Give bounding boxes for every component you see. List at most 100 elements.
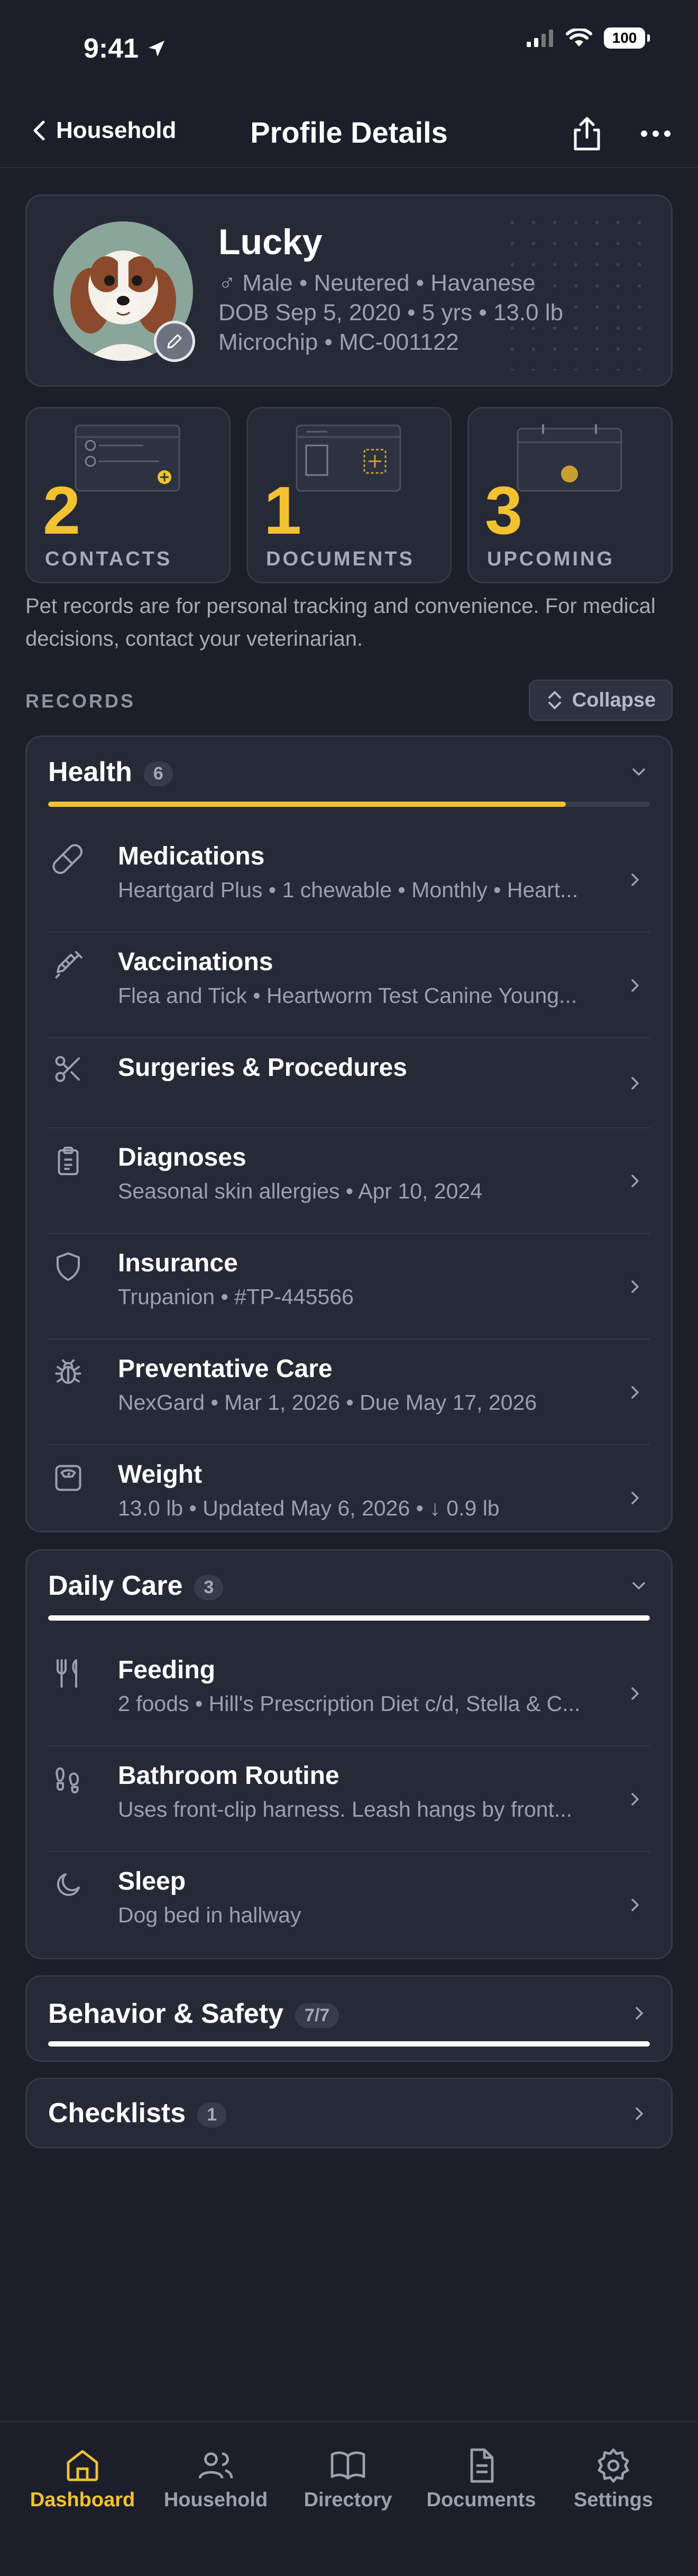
- list-item-bathroom-routine[interactable]: Bathroom Routine Uses front-clip harness.…: [48, 1746, 650, 1852]
- tab-directory[interactable]: Directory: [290, 2447, 406, 2512]
- documents-card-icon: [296, 424, 401, 492]
- health-count-badge: 6: [143, 761, 173, 786]
- tab-household-label: Household: [163, 2489, 268, 2511]
- clock-text: 9:41: [84, 33, 139, 64]
- list-item-title: Vaccinations: [118, 948, 273, 976]
- list-item-sleep[interactable]: Sleep Dog bed in hallway: [48, 1852, 650, 1958]
- daily-care-group: Daily Care 3 Feeding 2 foods • Hill's Pres…: [25, 1549, 673, 1959]
- users-icon: [198, 2452, 233, 2479]
- edit-avatar-button[interactable]: [154, 321, 195, 362]
- chevron-down-icon: [632, 768, 645, 776]
- list-item-title: Sleep: [118, 1867, 186, 1895]
- book-icon: [330, 2451, 365, 2480]
- chevron-right-icon: [631, 1793, 639, 1806]
- share-icon[interactable]: [571, 116, 603, 151]
- tab-documents[interactable]: Documents: [423, 2447, 539, 2512]
- collapse-button[interactable]: Collapse: [529, 680, 673, 721]
- pet-name: Lucky: [218, 222, 323, 262]
- chevron-right-icon: [631, 1280, 639, 1293]
- pencil-icon: [167, 334, 182, 349]
- health-group: Health 6 Medications Heartgard Plus • 1 ch…: [25, 736, 673, 1532]
- list-item-vaccinations[interactable]: Vaccinations Flea and Tick • Heartworm Te…: [48, 933, 650, 1038]
- chevron-right-icon: [631, 1077, 639, 1090]
- list-item-medications[interactable]: Medications Heartgard Plus • 1 chewable •…: [48, 827, 650, 933]
- daily-care-progress-bar: [48, 1615, 650, 1621]
- pet-microchip: Microchip • MC-001122: [218, 329, 459, 355]
- clipboard-icon: [58, 1147, 79, 1175]
- list-item-subtitle: NexGard • Mar 1, 2026 • Due May 17, 2026: [118, 1390, 537, 1415]
- cellular-signal-icon: [527, 30, 553, 47]
- shield-icon: [57, 1252, 80, 1281]
- checklists-title: Checklists: [48, 2098, 186, 2128]
- health-progress-fill: [48, 802, 566, 807]
- documents-stat-card[interactable]: 1 DOCUMENTS: [246, 407, 452, 583]
- collapse-label: Collapse: [572, 689, 656, 711]
- syringe-icon: [55, 951, 82, 979]
- health-group-header[interactable]: Health 6: [27, 737, 671, 811]
- behavior-count-badge: 7/7: [295, 2003, 339, 2028]
- tab-documents-label: Documents: [426, 2489, 536, 2511]
- chevron-right-icon: [631, 1175, 639, 1187]
- utensils-icon: [57, 1659, 77, 1688]
- tab-household[interactable]: Household: [158, 2447, 274, 2512]
- list-item-title: Insurance: [118, 1249, 238, 1277]
- scissors-icon: [55, 1056, 80, 1082]
- pill-icon: [52, 844, 82, 874]
- tab-dashboard-label: Dashboard: [30, 2489, 135, 2511]
- tab-settings[interactable]: Settings: [555, 2447, 672, 2512]
- nav-divider: [0, 167, 698, 168]
- gear-icon: [598, 2448, 629, 2483]
- behavior-progress-fill: [48, 2041, 650, 2047]
- chevron-right-icon: [631, 979, 639, 992]
- upcoming-stat-card[interactable]: 3 UPCOMING: [467, 407, 673, 583]
- tab-settings-label: Settings: [574, 2489, 653, 2511]
- list-item-feeding[interactable]: Feeding 2 foods • Hill's Prescription Die…: [48, 1641, 650, 1746]
- pet-details: ♂ Male • Neutered • Havanese: [218, 270, 536, 296]
- documents-count: 1: [264, 473, 302, 548]
- status-time: 9:41: [84, 33, 167, 64]
- bug-icon: [55, 1359, 81, 1384]
- list-item-subtitle: Dog bed in hallway: [118, 1903, 301, 1927]
- contacts-stat-card[interactable]: 2 CONTACTS: [25, 407, 231, 583]
- more-icon[interactable]: [640, 129, 672, 138]
- list-item-diagnoses[interactable]: Diagnoses Seasonal skin allergies • Apr 1…: [48, 1128, 650, 1234]
- tab-bar: Dashboard Household Directory Documents …: [0, 2421, 698, 2576]
- list-item-subtitle: Uses front-clip harness. Leash hangs by …: [118, 1797, 573, 1821]
- status-bar: 9:41 100: [0, 0, 698, 95]
- list-item-subtitle: Flea and Tick • Heartworm Test Canine Yo…: [118, 983, 577, 1008]
- list-item-preventative-care[interactable]: Preventative Care NexGard • Mar 1, 2026 •…: [48, 1340, 650, 1445]
- upcoming-count: 3: [485, 473, 523, 548]
- tab-directory-label: Directory: [304, 2489, 392, 2511]
- health-title: Health: [48, 757, 132, 787]
- chevron-right-icon: [631, 873, 639, 886]
- list-item-subtitle: 2 foods • Hill's Prescription Diet c/d, …: [118, 1691, 581, 1716]
- daily-care-group-header[interactable]: Daily Care 3: [27, 1551, 671, 1625]
- behavior-progress-bar: [48, 2041, 650, 2047]
- profile-card: Lucky ♂ Male • Neutered • Havanese DOB S…: [25, 194, 673, 387]
- contacts-label: CONTACTS: [45, 548, 172, 570]
- chevron-down-icon: [632, 1582, 645, 1589]
- chevron-right-icon: [631, 1492, 639, 1504]
- behavior-safety-group[interactable]: Behavior & Safety 7/7: [25, 1975, 673, 2062]
- daily-care-count-badge: 3: [194, 1575, 224, 1600]
- calendar-card-icon: [517, 424, 622, 492]
- list-item-weight[interactable]: Weight 13.0 lb • Updated May 6, 2026 • ↓ …: [48, 1445, 650, 1551]
- wifi-icon: [566, 29, 592, 47]
- footprints-icon: [56, 1767, 79, 1793]
- health-progress-bar: [48, 802, 650, 807]
- location-arrow-icon: [149, 41, 165, 57]
- list-item-title: Preventative Care: [118, 1355, 333, 1383]
- tab-dashboard[interactable]: Dashboard: [24, 2447, 141, 2512]
- home-icon: [67, 2450, 98, 2481]
- list-item-surgeries-procedures[interactable]: Surgeries & Procedures: [48, 1038, 650, 1128]
- battery-icon: 100: [604, 27, 650, 49]
- daily-care-title: Daily Care: [48, 1570, 183, 1601]
- list-item-insurance[interactable]: Insurance Trupanion • #TP-445566: [48, 1234, 650, 1340]
- behavior-title: Behavior & Safety: [48, 1998, 284, 2029]
- list-item-subtitle: Seasonal skin allergies • Apr 10, 2024: [118, 1179, 483, 1203]
- chevron-right-icon: [636, 2107, 643, 2120]
- list-item-title: Surgeries & Procedures: [118, 1054, 407, 1082]
- checklists-group[interactable]: Checklists 1: [25, 2078, 673, 2149]
- chevrons-up-down-icon: [548, 691, 561, 709]
- medical-disclaimer: Pet records are for personal tracking an…: [25, 594, 656, 650]
